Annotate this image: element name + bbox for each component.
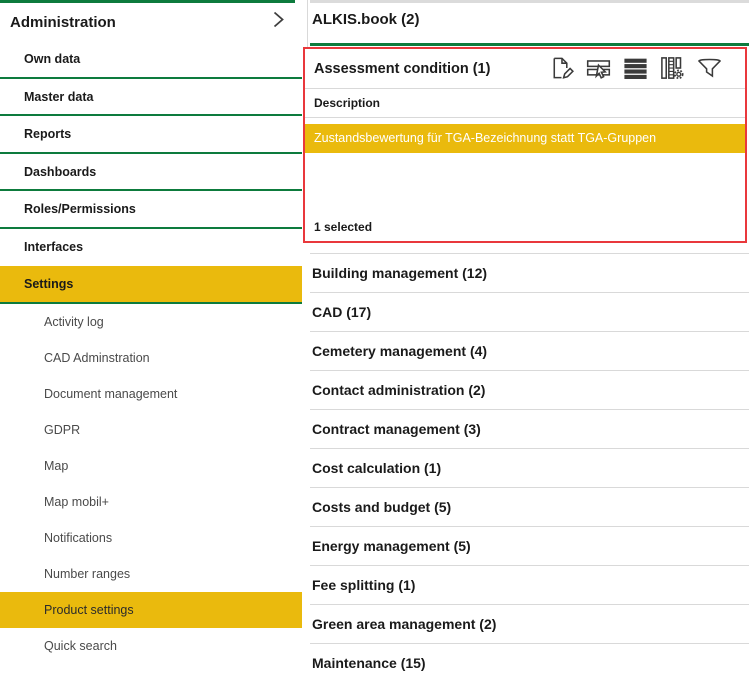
sidebar-item-interfaces[interactable]: Interfaces [0, 229, 302, 267]
panel-header: Assessment condition (1) [305, 49, 745, 88]
section-green-area-management-2[interactable]: Green area management (2) [310, 605, 749, 644]
sidebar-nav: Own dataMaster dataReportsDashboardsRole… [0, 41, 302, 664]
page-title-underline [310, 43, 749, 46]
sidebar: Administration Own dataMaster dataReport… [0, 0, 302, 673]
selection-status: 1 selected [314, 220, 372, 234]
sidebar-item-gdpr[interactable]: GDPR [0, 412, 302, 448]
sidebar-header[interactable]: Administration [0, 3, 302, 41]
section-cost-calculation-1[interactable]: Cost calculation (1) [310, 449, 749, 488]
sidebar-item-reports[interactable]: Reports [0, 116, 302, 154]
sidebar-item-product-settings[interactable]: Product settings [0, 592, 302, 628]
sidebar-item-number-ranges[interactable]: Number ranges [0, 556, 302, 592]
section-contract-management-3[interactable]: Contract management (3) [310, 410, 749, 449]
section-list: Building management (12)CAD (17)Cemetery… [310, 253, 749, 673]
main-top-rule [310, 0, 749, 3]
main-content: ALKIS.book (2) Assessment condition (1) [303, 0, 749, 673]
column-divider [307, 0, 308, 47]
panel-title[interactable]: Assessment condition (1) [314, 61, 548, 77]
panel-toolbar [548, 55, 723, 82]
sidebar-title: Administration [10, 14, 270, 31]
filter-icon[interactable] [696, 55, 723, 82]
sidebar-item-map-mobil[interactable]: Map mobil+ [0, 484, 302, 520]
app-window: Administration Own dataMaster dataReport… [0, 0, 749, 673]
section-energy-management-5[interactable]: Energy management (5) [310, 527, 749, 566]
selected-table-row[interactable]: Zustandsbewertung für TGA-Bezeichnung st… [305, 124, 745, 153]
page-title[interactable]: ALKIS.book (2) [312, 11, 420, 28]
column-header-description[interactable]: Description [305, 88, 745, 118]
sidebar-item-cad-adminstration[interactable]: CAD Adminstration [0, 340, 302, 376]
sidebar-item-notifications[interactable]: Notifications [0, 520, 302, 556]
sidebar-item-master-data[interactable]: Master data [0, 79, 302, 117]
section-cad-17[interactable]: CAD (17) [310, 293, 749, 332]
sidebar-item-document-management[interactable]: Document management [0, 376, 302, 412]
section-fee-splitting-1[interactable]: Fee splitting (1) [310, 566, 749, 605]
sidebar-item-quick-search[interactable]: Quick search [0, 628, 302, 664]
column-settings-icon[interactable] [659, 55, 686, 82]
edit-icon[interactable] [548, 55, 575, 82]
sidebar-item-own-data[interactable]: Own data [0, 41, 302, 79]
sidebar-item-map[interactable]: Map [0, 448, 302, 484]
section-contact-administration-2[interactable]: Contact administration (2) [310, 371, 749, 410]
section-costs-and-budget-5[interactable]: Costs and budget (5) [310, 488, 749, 527]
section-maintenance-15[interactable]: Maintenance (15) [310, 644, 749, 673]
assessment-condition-panel: Assessment condition (1) [303, 47, 747, 243]
rows-icon[interactable] [622, 55, 649, 82]
sidebar-item-roles-permissions[interactable]: Roles/Permissions [0, 191, 302, 229]
section-cemetery-management-4[interactable]: Cemetery management (4) [310, 332, 749, 371]
sidebar-item-dashboards[interactable]: Dashboards [0, 154, 302, 192]
section-building-management-12[interactable]: Building management (12) [310, 254, 749, 293]
sidebar-item-settings[interactable]: Settings [0, 266, 302, 304]
sidebar-item-activity-log[interactable]: Activity log [0, 304, 302, 340]
select-row-icon[interactable] [585, 55, 612, 82]
chevron-right-icon[interactable] [270, 10, 286, 34]
